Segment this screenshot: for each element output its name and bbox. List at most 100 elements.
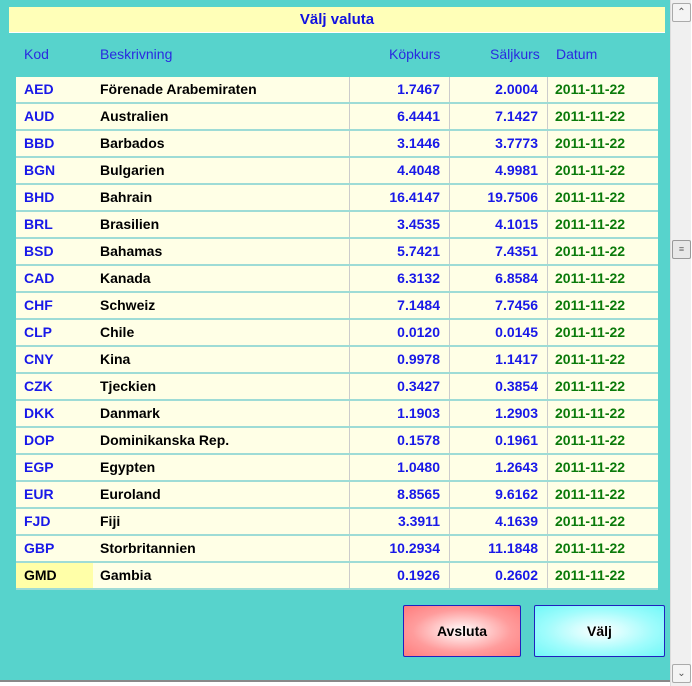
- cell-code: EUR: [24, 486, 54, 502]
- table-row[interactable]: CZK Tjeckien 0.3427 0.3854 2011-11-22: [16, 374, 658, 401]
- cell-description: Schweiz: [93, 293, 350, 318]
- header-datum: Datum: [556, 46, 598, 62]
- chevron-up-icon[interactable]: ⌃: [672, 3, 691, 22]
- cell-description: Fiji: [93, 509, 350, 534]
- table-row[interactable]: AED Förenade Arabemiraten 1.7467 2.0004 2011…: [16, 77, 658, 104]
- cell-buy-rate: 0.1578: [350, 428, 450, 453]
- cell-sell-rate: 7.4351: [450, 239, 548, 264]
- cell-description: Kina: [93, 347, 350, 372]
- cell-description: Storbritannien: [93, 536, 350, 561]
- cell-buy-rate: 10.2934: [350, 536, 450, 561]
- cell-description: Egypten: [93, 455, 350, 480]
- cell-date: 2011-11-22: [555, 540, 626, 556]
- table-row[interactable]: BGN Bulgarien 4.4048 4.9981 2011-11-22: [16, 158, 658, 185]
- cell-code: BGN: [24, 162, 56, 178]
- table-row[interactable]: BRL Brasilien 3.4535 4.1015 2011-11-22: [16, 212, 658, 239]
- table-row[interactable]: CAD Kanada 6.3132 6.8584 2011-11-22: [16, 266, 658, 293]
- cell-date: 2011-11-22: [555, 270, 626, 286]
- cell-sell-rate: 7.1427: [450, 104, 548, 129]
- cell-date: 2011-11-22: [555, 162, 626, 178]
- cell-description: Dominikanska Rep.: [93, 428, 350, 453]
- cell-date: 2011-11-22: [555, 567, 626, 583]
- table-row[interactable]: EUR Euroland 8.8565 9.6162 2011-11-22: [16, 482, 658, 509]
- cell-date: 2011-11-22: [555, 243, 626, 259]
- currency-dialog: Välj valuta Kod Beskrivning Köpkurs Sälj…: [0, 0, 671, 682]
- cell-description: Barbados: [93, 131, 350, 156]
- cell-buy-rate: 6.3132: [350, 266, 450, 291]
- cell-sell-rate: 0.0145: [450, 320, 548, 345]
- cell-code: CZK: [24, 378, 53, 394]
- cell-code: GBP: [24, 540, 55, 556]
- cell-buy-rate: 8.8565: [350, 482, 450, 507]
- cell-buy-rate: 7.1484: [350, 293, 450, 318]
- cell-date: 2011-11-22: [555, 297, 626, 313]
- cell-description: Förenade Arabemiraten: [93, 77, 350, 102]
- table-row[interactable]: BHD Bahrain 16.4147 19.7506 2011-11-22: [16, 185, 658, 212]
- cell-buy-rate: 1.0480: [350, 455, 450, 480]
- cell-code: CHF: [24, 297, 53, 313]
- cell-sell-rate: 1.1417: [450, 347, 548, 372]
- table-row[interactable]: GMD Gambia 0.1926 0.2602 2011-11-22: [16, 563, 658, 590]
- table-row[interactable]: GBP Storbritannien 10.2934 11.1848 2011-11-2…: [16, 536, 658, 563]
- cell-date: 2011-11-22: [555, 459, 626, 475]
- cell-sell-rate: 2.0004: [450, 77, 548, 102]
- table-row[interactable]: BBD Barbados 3.1446 3.7773 2011-11-22: [16, 131, 658, 158]
- cell-buy-rate: 0.0120: [350, 320, 450, 345]
- table-row[interactable]: CHF Schweiz 7.1484 7.7456 2011-11-22: [16, 293, 658, 320]
- cell-sell-rate: 9.6162: [450, 482, 548, 507]
- cell-description: Tjeckien: [93, 374, 350, 399]
- cell-sell-rate: 4.1639: [450, 509, 548, 534]
- cell-code: DKK: [24, 405, 55, 421]
- cell-code: AUD: [24, 108, 55, 124]
- cell-date: 2011-11-22: [555, 432, 626, 448]
- valj-button[interactable]: Välj: [534, 605, 665, 657]
- cell-description: Kanada: [93, 266, 350, 291]
- table-row[interactable]: DKK Danmark 1.1903 1.2903 2011-11-22: [16, 401, 658, 428]
- scrollbar-thumb[interactable]: ≡: [672, 240, 691, 260]
- cell-sell-rate: 1.2643: [450, 455, 548, 480]
- cell-code: CNY: [24, 351, 54, 367]
- cell-sell-rate: 7.7456: [450, 293, 548, 318]
- cell-description: Brasilien: [93, 212, 350, 237]
- cell-date: 2011-11-22: [555, 108, 626, 124]
- chevron-down-icon[interactable]: ⌄: [672, 664, 691, 683]
- cell-sell-rate: 3.7773: [450, 131, 548, 156]
- table-row[interactable]: CNY Kina 0.9978 1.1417 2011-11-22: [16, 347, 658, 374]
- header-kod: Kod: [24, 46, 49, 62]
- table-row[interactable]: FJD Fiji 3.3911 4.1639 2011-11-22: [16, 509, 658, 536]
- cell-sell-rate: 0.3854: [450, 374, 548, 399]
- cell-description: Bulgarien: [93, 158, 350, 183]
- header-saljkurs: Säljkurs: [490, 46, 540, 62]
- cell-buy-rate: 4.4048: [350, 158, 450, 183]
- cell-code: BBD: [24, 135, 55, 151]
- avsluta-button[interactable]: Avsluta: [403, 605, 521, 657]
- cell-description: Euroland: [93, 482, 350, 507]
- scrollbar[interactable]: ⌃ ≡ ⌄: [670, 0, 691, 686]
- cell-date: 2011-11-22: [555, 378, 626, 394]
- cell-sell-rate: 0.1961: [450, 428, 548, 453]
- cell-description: Danmark: [93, 401, 350, 426]
- cell-code: GMD: [16, 563, 93, 588]
- table-row[interactable]: CLP Chile 0.0120 0.0145 2011-11-22: [16, 320, 658, 347]
- cell-buy-rate: 3.4535: [350, 212, 450, 237]
- cell-sell-rate: 19.7506: [450, 185, 548, 210]
- cell-description: Bahrain: [93, 185, 350, 210]
- cell-buy-rate: 0.3427: [350, 374, 450, 399]
- table-row[interactable]: DOP Dominikanska Rep. 0.1578 0.1961 2011-11-…: [16, 428, 658, 455]
- cell-code: EGP: [24, 459, 54, 475]
- table-row[interactable]: BSD Bahamas 5.7421 7.4351 2011-11-22: [16, 239, 658, 266]
- cell-sell-rate: 6.8584: [450, 266, 548, 291]
- cell-date: 2011-11-22: [555, 81, 626, 97]
- cell-date: 2011-11-22: [555, 513, 626, 529]
- cell-buy-rate: 3.1446: [350, 131, 450, 156]
- cell-date: 2011-11-22: [555, 135, 626, 151]
- table-row[interactable]: AUD Australien 6.4441 7.1427 2011-11-22: [16, 104, 658, 131]
- cell-buy-rate: 6.4441: [350, 104, 450, 129]
- cell-description: Bahamas: [93, 239, 350, 264]
- currency-table: AED Förenade Arabemiraten 1.7467 2.0004 2011…: [16, 77, 658, 590]
- cell-buy-rate: 1.7467: [350, 77, 450, 102]
- cell-date: 2011-11-22: [555, 351, 626, 367]
- cell-date: 2011-11-22: [555, 189, 626, 205]
- cell-date: 2011-11-22: [555, 216, 626, 232]
- table-row[interactable]: EGP Egypten 1.0480 1.2643 2011-11-22: [16, 455, 658, 482]
